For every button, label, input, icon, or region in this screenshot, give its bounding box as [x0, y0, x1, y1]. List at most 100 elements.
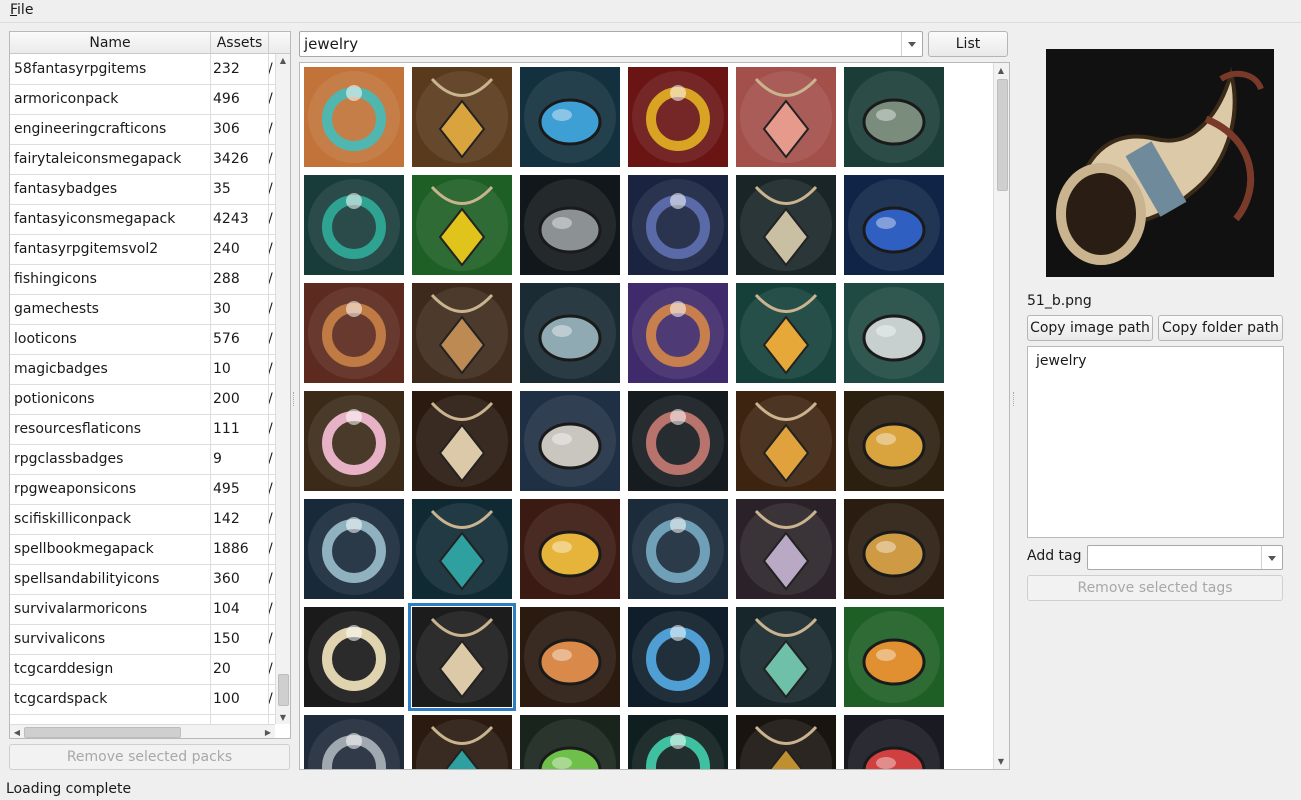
scroll-down-arrow-icon[interactable]: ▼ — [276, 713, 290, 722]
spiral-pendant-icon — [736, 175, 836, 275]
table-row[interactable]: fantasyrpgitemsvol2 240 / — [10, 234, 275, 265]
column-header-name[interactable]: Name — [10, 32, 211, 53]
table-row[interactable]: survivalarmoricons 104 / — [10, 594, 275, 625]
icon-tile[interactable] — [844, 499, 944, 599]
chevron-down-icon[interactable] — [901, 32, 922, 56]
icon-tile[interactable] — [736, 67, 836, 167]
pack-name-cell: gamechests — [14, 301, 99, 317]
icon-tile[interactable] — [844, 715, 944, 769]
icon-tile[interactable] — [628, 499, 728, 599]
copy-folder-path-button[interactable]: Copy folder path — [1158, 315, 1283, 341]
icon-tile[interactable] — [628, 67, 728, 167]
icon-tile[interactable] — [304, 715, 404, 769]
icon-tile[interactable] — [304, 499, 404, 599]
icon-tile[interactable] — [844, 67, 944, 167]
table-row[interactable]: scifiskilliconpack 142 / — [10, 504, 275, 535]
table-row[interactable]: spellbookmegapack 1886 / — [10, 534, 275, 565]
icon-tile[interactable] — [520, 175, 620, 275]
splitter-handle[interactable] — [293, 392, 296, 406]
table-row[interactable]: rpgweaponsicons 495 / — [10, 474, 275, 505]
icon-tile[interactable] — [520, 67, 620, 167]
table-row[interactable]: magicbadges 10 / — [10, 354, 275, 385]
table-row[interactable]: rpgclassbadges 9 / — [10, 444, 275, 475]
icon-tile[interactable] — [736, 499, 836, 599]
search-combobox[interactable]: jewelry — [299, 31, 923, 57]
icon-tile[interactable] — [520, 283, 620, 383]
icon-tile[interactable] — [736, 607, 836, 707]
icon-tile[interactable] — [412, 67, 512, 167]
icon-tile[interactable] — [844, 391, 944, 491]
table-row[interactable]: fantasyiconsmegapack 4243 / — [10, 204, 275, 235]
table-row[interactable]: 58fantasyrpgitems 232 / — [10, 54, 275, 85]
remove-selected-tags-button[interactable]: Remove selected tags — [1027, 575, 1283, 601]
table-row[interactable]: engineeringcrafticons 306 / — [10, 114, 275, 145]
icon-grid-scrollbar[interactable]: ▲ ▼ — [993, 63, 1009, 769]
icon-tile[interactable] — [520, 391, 620, 491]
scrollbar-thumb[interactable] — [997, 79, 1008, 191]
splitter-handle[interactable] — [1013, 392, 1016, 406]
scroll-up-arrow-icon[interactable]: ▲ — [994, 66, 1008, 75]
icon-tile[interactable] — [408, 603, 516, 711]
icon-tile[interactable] — [628, 715, 728, 769]
icon-tile[interactable] — [520, 499, 620, 599]
icon-tile[interactable] — [844, 607, 944, 707]
icon-tile[interactable] — [844, 175, 944, 275]
scroll-left-arrow-icon[interactable]: ◀ — [10, 728, 24, 737]
icon-tile[interactable] — [412, 391, 512, 491]
icon-tile[interactable] — [412, 715, 512, 769]
table-row[interactable]: potionicons 200 / — [10, 384, 275, 415]
table-row[interactable]: resourcesflaticons 111 / — [10, 414, 275, 445]
scroll-down-arrow-icon[interactable]: ▼ — [994, 757, 1008, 766]
icon-tile[interactable] — [520, 715, 620, 769]
pack-path-cell: / — [268, 151, 273, 167]
menu-file[interactable]: File — [10, 2, 33, 18]
icon-tile[interactable] — [304, 175, 404, 275]
table-row[interactable]: tcgcardspack 100 / — [10, 684, 275, 715]
table-row[interactable]: armoriconpack 496 / — [10, 84, 275, 115]
icon-tile[interactable] — [628, 175, 728, 275]
icon-tile[interactable] — [844, 283, 944, 383]
icon-tile[interactable] — [628, 283, 728, 383]
icon-tile[interactable] — [736, 283, 836, 383]
pack-table-horizontal-scrollbar[interactable]: ◀ ▶ — [10, 724, 275, 738]
tags-list[interactable]: jewelry — [1027, 346, 1284, 538]
table-row[interactable]: fantasybadges 35 / — [10, 174, 275, 205]
icon-tile[interactable] — [736, 391, 836, 491]
scrollbar-thumb[interactable] — [24, 727, 181, 738]
column-header-assets[interactable]: Assets — [211, 32, 269, 53]
list-button[interactable]: List — [928, 31, 1008, 57]
table-row[interactable]: gamechests 30 / — [10, 294, 275, 325]
scroll-right-arrow-icon[interactable]: ▶ — [261, 728, 275, 737]
icon-tile[interactable] — [628, 607, 728, 707]
remove-selected-packs-button[interactable]: Remove selected packs — [9, 744, 290, 770]
column-header-path[interactable] — [269, 32, 277, 53]
pack-assets-cell: 240 — [213, 241, 240, 257]
icon-tile[interactable] — [520, 607, 620, 707]
pack-table-vertical-scrollbar[interactable]: ▲ ▼ — [275, 54, 290, 724]
add-tag-combobox[interactable] — [1087, 545, 1283, 570]
pack-assets-cell: 10 — [213, 361, 231, 377]
copy-image-path-button[interactable]: Copy image path — [1027, 315, 1153, 341]
icon-tile[interactable] — [412, 283, 512, 383]
icon-tile[interactable] — [412, 499, 512, 599]
icon-tile[interactable] — [736, 715, 836, 769]
table-row[interactable]: tcgcarddesign 20 / — [10, 654, 275, 685]
table-row[interactable]: survivalicons 150 / — [10, 624, 275, 655]
table-row[interactable]: looticons 576 / — [10, 324, 275, 355]
icon-tile[interactable] — [304, 391, 404, 491]
table-row[interactable]: fishingicons 288 / — [10, 264, 275, 295]
icon-tile[interactable] — [736, 175, 836, 275]
horn-necklace-icon — [412, 391, 512, 491]
table-row[interactable]: fairytaleiconsmegapack 3426 / — [10, 144, 275, 175]
tag-item[interactable]: jewelry — [1036, 353, 1087, 369]
scrollbar-thumb[interactable] — [278, 674, 289, 706]
icon-tile[interactable] — [412, 175, 512, 275]
pack-assets-cell: 495 — [213, 481, 240, 497]
icon-tile[interactable] — [304, 283, 404, 383]
scroll-up-arrow-icon[interactable]: ▲ — [276, 56, 290, 65]
icon-tile[interactable] — [304, 67, 404, 167]
icon-tile[interactable] — [304, 607, 404, 707]
table-row[interactable]: spellsandabilityicons 360 / — [10, 564, 275, 595]
icon-tile[interactable] — [628, 391, 728, 491]
chevron-down-icon[interactable] — [1261, 546, 1282, 569]
